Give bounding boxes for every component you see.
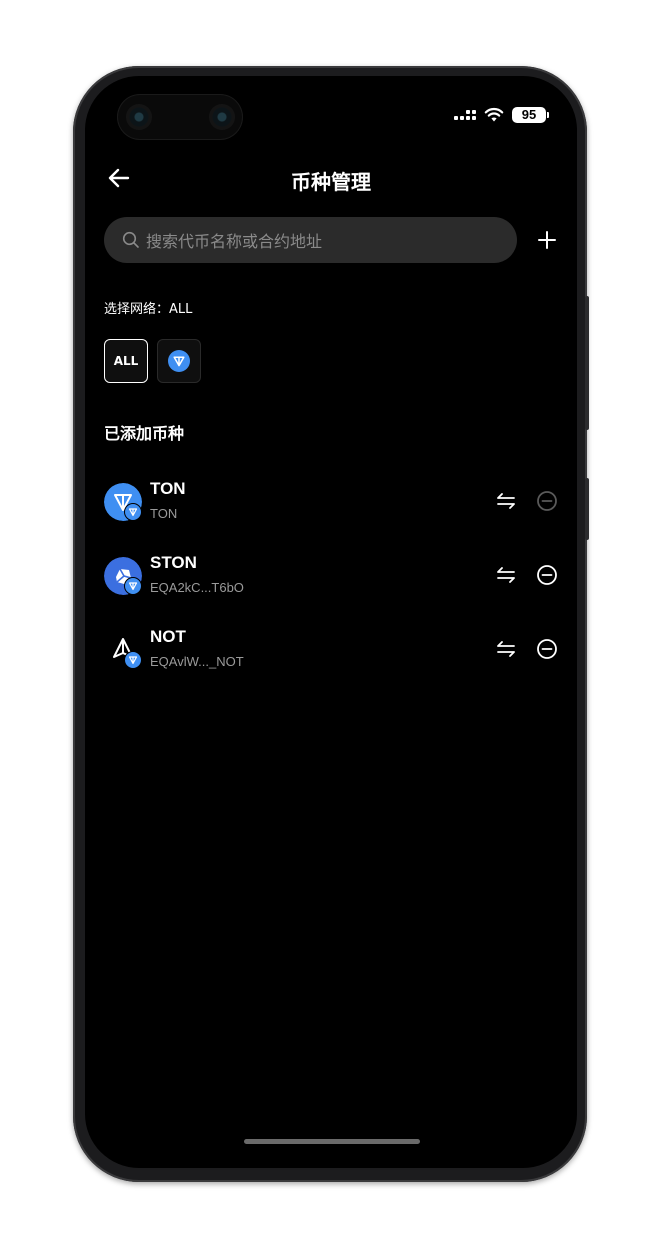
ton-chain-badge-icon xyxy=(124,651,142,669)
front-camera-left xyxy=(126,104,152,130)
network-chip-all[interactable]: ALL xyxy=(104,339,148,383)
search-box xyxy=(104,217,517,265)
swap-icon[interactable] xyxy=(495,490,517,512)
signal-icon xyxy=(454,110,476,120)
screen: 95 币种管理 选择网络：ALL ALL xyxy=(85,76,577,1168)
token-name: NOT xyxy=(150,627,186,646)
token-row[interactable]: TON TON xyxy=(104,479,564,527)
battery-level: 95 xyxy=(512,107,546,123)
token-address: EQAvlW..._NOT xyxy=(150,654,244,669)
front-camera-right xyxy=(209,104,235,130)
status-bar: 95 xyxy=(454,107,549,123)
token-name: STON xyxy=(150,553,197,572)
home-indicator[interactable] xyxy=(244,1139,420,1144)
search-input[interactable] xyxy=(144,217,508,265)
side-button-upper xyxy=(585,296,589,430)
remove-disabled-icon xyxy=(537,491,557,511)
network-chip-ton[interactable] xyxy=(157,339,201,383)
network-label: 选择网络：ALL xyxy=(104,302,193,317)
wifi-icon xyxy=(484,107,504,122)
battery-tip xyxy=(547,112,549,118)
header: 币种管理 xyxy=(85,156,577,200)
side-button-lower xyxy=(585,478,589,540)
token-address: TON xyxy=(150,506,178,521)
swap-icon[interactable] xyxy=(495,638,517,660)
camera-cutout xyxy=(117,94,243,140)
token-row[interactable]: NOT EQAvlW..._NOT xyxy=(104,627,564,675)
added-tokens-title: 已添加币种 xyxy=(104,424,185,443)
network-chip-all-label: ALL xyxy=(113,354,139,368)
ton-chain-badge-icon xyxy=(124,577,142,595)
ton-network-icon xyxy=(168,350,190,372)
page-title: 币种管理 xyxy=(291,170,371,194)
search-row xyxy=(104,217,564,265)
search-icon xyxy=(122,231,139,248)
token-address: EQA2kC...T6bO xyxy=(150,580,244,595)
remove-token-icon[interactable] xyxy=(536,638,558,660)
token-row[interactable]: STON EQA2kC...T6bO xyxy=(104,553,564,601)
ton-chain-badge-icon xyxy=(124,503,142,521)
token-name: TON xyxy=(150,479,186,498)
remove-token-icon[interactable] xyxy=(536,564,558,586)
add-token-button[interactable] xyxy=(536,229,558,251)
swap-icon[interactable] xyxy=(495,564,517,586)
